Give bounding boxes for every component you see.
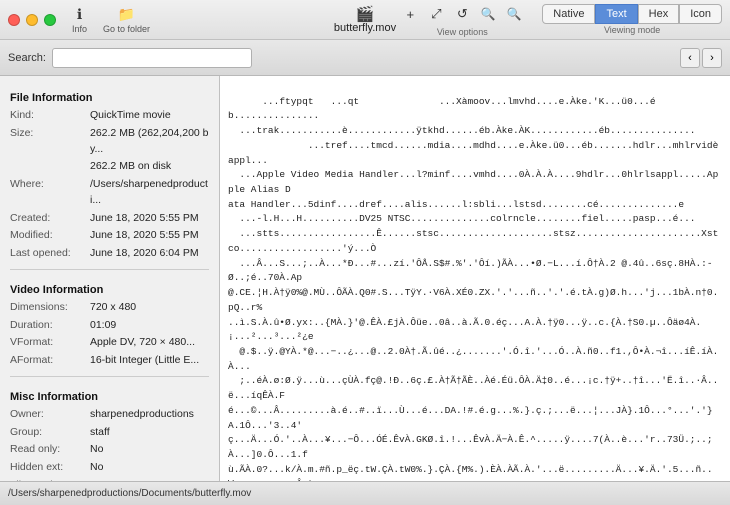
go-to-folder-button[interactable]: 📁 Go to folder [97, 4, 156, 36]
viewing-mode-label: Viewing mode [604, 25, 660, 35]
folder-icon: 📁 [118, 6, 135, 23]
search-input[interactable] [52, 48, 252, 68]
sidebar-hiddenext-key: Hidden ext: [10, 460, 90, 476]
window-title-area: 🎬 butterfly.mov [334, 0, 396, 40]
zoom-out-button[interactable]: 🔍 [502, 2, 526, 26]
file-info-title: File Information [0, 84, 219, 107]
main-layout: File Information Kind: QuickTime movie S… [0, 76, 730, 481]
text-mode-button[interactable]: Text [595, 4, 637, 24]
sidebar-lastopened-key: Last opened: [10, 246, 90, 262]
sidebar-dimensions-key: Dimensions: [10, 300, 90, 316]
sidebar-aformat-row: AFormat: 16-bit Integer (Little E... [0, 352, 219, 370]
minimize-button[interactable] [26, 14, 38, 26]
info-button[interactable]: ℹ Info [66, 4, 93, 36]
sidebar-size-key: Size: [10, 126, 90, 158]
icon-mode-button[interactable]: Icon [679, 4, 722, 24]
fit-button[interactable]: ⤢ [424, 2, 448, 26]
title-bar: ℹ Info 📁 Go to folder 🎬 butterfly.mov + … [0, 0, 730, 40]
file-icon: 🎬 [356, 7, 375, 22]
sidebar-readonly-key: Read only: [10, 442, 90, 458]
status-path: /Users/sharpenedproductions/Documents/bu… [8, 488, 251, 499]
view-options-label: View options [437, 27, 488, 37]
sidebar-filenum-row: File number: 56468238 [0, 477, 219, 481]
sidebar-created-row: Created: June 18, 2020 5:55 PM [0, 210, 219, 228]
toolbar-right: + ⤢ ↺ 🔍 🔍 View options Native Text Hex I… [398, 2, 722, 37]
sidebar-size-row: Size: 262.2 MB (262,204,200 by... [0, 125, 219, 159]
sidebar-dimensions-row: Dimensions: 720 x 480 [0, 299, 219, 317]
sidebar-duration-key: Duration: [10, 318, 90, 334]
nav-arrows: ‹ › [680, 48, 722, 68]
sidebar-where-row: Where: /Users/sharpenedproducti... [0, 176, 219, 210]
viewing-mode-section: Native Text Hex Icon Viewing mode [542, 4, 722, 35]
search-label: Search: [8, 52, 46, 64]
native-mode-button[interactable]: Native [542, 4, 595, 24]
sidebar-where-key: Where: [10, 177, 90, 209]
prev-result-button[interactable]: ‹ [680, 48, 700, 68]
view-options-section: + ⤢ ↺ 🔍 🔍 View options [398, 2, 526, 37]
sidebar-size-val: 262.2 MB (262,204,200 by... [90, 126, 209, 158]
sidebar-lastopened-val: June 18, 2020 6:04 PM [90, 246, 199, 262]
sidebar-created-val: June 18, 2020 5:55 PM [90, 211, 199, 227]
window-title: butterfly.mov [334, 22, 396, 34]
sidebar-hiddenext-row: Hidden ext: No [0, 459, 219, 477]
sidebar-owner-key: Owner: [10, 407, 90, 423]
sidebar-kind-val: QuickTime movie [90, 108, 171, 124]
info-icon: ℹ [77, 6, 82, 23]
hex-mode-button[interactable]: Hex [638, 4, 680, 24]
text-content-area[interactable]: ...ftypqt ...qt ...Xàmoov...lmvhd....e.À… [220, 76, 730, 481]
rotate-button[interactable]: ↺ [450, 2, 474, 26]
sidebar-modified-row: Modified: June 18, 2020 5:55 PM [0, 227, 219, 245]
status-bar: /Users/sharpenedproductions/Documents/bu… [0, 481, 730, 505]
sidebar-where-val: /Users/sharpenedproducti... [90, 177, 209, 209]
sidebar-group-row: Group: staff [0, 424, 219, 442]
sidebar-hiddenext-val: No [90, 460, 103, 476]
sidebar-created-key: Created: [10, 211, 90, 227]
sidebar-vformat-val: Apple DV, 720 × 480... [90, 335, 195, 351]
sidebar-aformat-val: 16-bit Integer (Little E... [90, 353, 199, 369]
text-content: ...ftypqt ...qt ...Xàmoov...lmvhd....e.À… [228, 96, 718, 481]
sidebar-dimensions-val: 720 x 480 [90, 300, 136, 316]
sidebar-vformat-row: VFormat: Apple DV, 720 × 480... [0, 334, 219, 352]
search-bar: Search: ‹ › [0, 40, 730, 76]
divider-1 [10, 269, 209, 270]
sidebar-group-key: Group: [10, 425, 90, 441]
sidebar-vformat-key: VFormat: [10, 335, 90, 351]
sidebar-readonly-row: Read only: No [0, 441, 219, 459]
sidebar: File Information Kind: QuickTime movie S… [0, 76, 220, 481]
window-controls [8, 14, 56, 26]
sidebar-kind-key: Kind: [10, 108, 90, 124]
maximize-button[interactable] [44, 14, 56, 26]
sidebar-aformat-key: AFormat: [10, 353, 90, 369]
zoom-in-button[interactable]: + [398, 2, 422, 26]
sidebar-duration-row: Duration: 01:09 [0, 317, 219, 335]
sidebar-size-disk-key [10, 159, 90, 175]
sidebar-duration-val: 01:09 [90, 318, 116, 334]
video-info-title: Video Information [0, 276, 219, 299]
divider-2 [10, 376, 209, 377]
sidebar-size-disk-val: 262.2 MB on disk [90, 159, 171, 175]
sidebar-kind-row: Kind: QuickTime movie [0, 107, 219, 125]
info-label: Info [72, 24, 87, 34]
sidebar-owner-val: sharpenedproductions [90, 407, 194, 423]
sidebar-size-disk-row: 262.2 MB on disk [0, 158, 219, 176]
window-controls-area: ℹ Info 📁 Go to folder [8, 4, 156, 36]
misc-info-title: Misc Information [0, 383, 219, 406]
viewing-mode-buttons: Native Text Hex Icon [542, 4, 722, 24]
sidebar-filenum-key: File number: [10, 478, 90, 481]
zoom-in-alt-button[interactable]: 🔍 [476, 2, 500, 26]
sidebar-group-val: staff [90, 425, 110, 441]
sidebar-readonly-val: No [90, 442, 103, 458]
sidebar-owner-row: Owner: sharpenedproductions [0, 406, 219, 424]
next-result-button[interactable]: › [702, 48, 722, 68]
go-to-folder-label: Go to folder [103, 24, 150, 34]
sidebar-filenum-val: 56468238 [90, 478, 137, 481]
sidebar-modified-key: Modified: [10, 228, 90, 244]
sidebar-lastopened-row: Last opened: June 18, 2020 6:04 PM [0, 245, 219, 263]
close-button[interactable] [8, 14, 20, 26]
sidebar-modified-val: June 18, 2020 5:55 PM [90, 228, 199, 244]
